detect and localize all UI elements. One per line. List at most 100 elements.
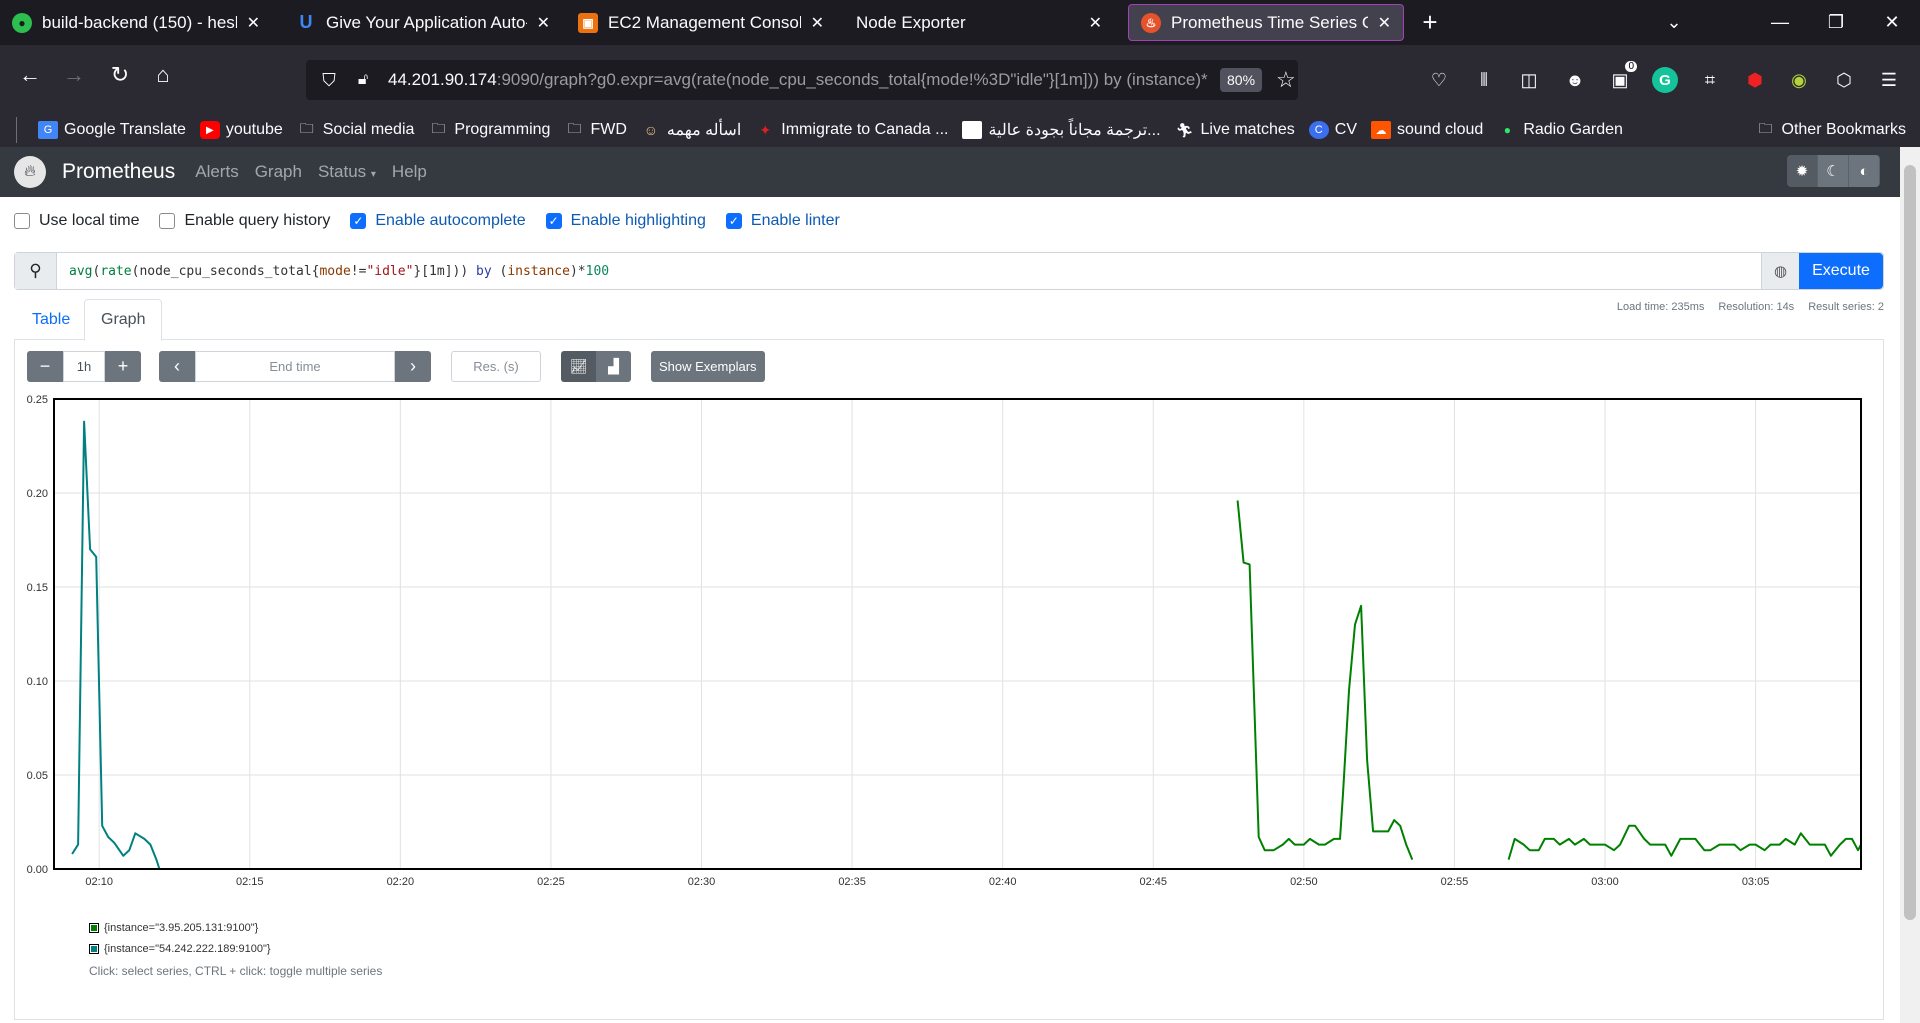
x-tick-label: 02:50	[1290, 876, 1318, 888]
extension-badge-icon[interactable]: ▣ 0	[1607, 61, 1637, 93]
tab-ec2-console[interactable]: ▣ EC2 Management Console ✕	[566, 0, 836, 45]
range-input[interactable]: 1h	[63, 351, 105, 382]
legend-swatch	[89, 922, 99, 933]
badge-count: 0	[1625, 61, 1637, 72]
tab-build-backend[interactable]: ● build-backend (150) - hesham9 ✕	[0, 0, 272, 45]
bookmarks-bar: G Google Translate ▶ youtube 🗀︎ Social medi…	[0, 113, 1920, 147]
close-icon[interactable]: ✕	[1089, 13, 1102, 33]
bookmark-youtube[interactable]: ▶ youtube	[199, 121, 283, 139]
bookmark-immigrate-canada[interactable]: ✦ Immigrate to Canada ...	[755, 121, 948, 139]
reload-button[interactable]: ↻	[102, 57, 138, 93]
vpn-icon[interactable]: ◉	[1786, 67, 1812, 93]
pocket-icon[interactable]: ♡	[1426, 67, 1452, 93]
page-scrollbar[interactable]	[1900, 147, 1920, 1023]
end-time-input[interactable]: End time	[195, 351, 395, 382]
bookmark-radio-garden[interactable]: ● Radio Garden	[1497, 121, 1623, 139]
metrics-explorer-icon[interactable]: ◍	[1761, 253, 1799, 289]
panel-tabs: Table Graph	[14, 299, 1884, 341]
option-enable-linter[interactable]: ✓ Enable linter	[725, 212, 840, 230]
url-text[interactable]: 44.201.90.174:9090/graph?g0.expr=avg(rat…	[388, 70, 1214, 90]
tab-prometheus[interactable]: ♨ Prometheus Time Series Collect ✕	[1128, 4, 1404, 41]
nav-help[interactable]: Help	[392, 162, 427, 182]
insecure-lock-icon[interactable]: 🔓︎	[350, 71, 376, 89]
extension-avatar-icon[interactable]: ☻	[1562, 67, 1588, 93]
list-tabs-button[interactable]: ⌄	[1646, 0, 1702, 45]
minimize-button[interactable]: —	[1752, 0, 1808, 45]
bookmark-fwd[interactable]: 🗀︎ FWD	[564, 120, 626, 139]
bookmark-star-icon[interactable]: ☆	[1276, 67, 1296, 93]
nav-graph[interactable]: Graph	[255, 162, 302, 182]
plot-background	[54, 399, 1861, 869]
bookmark-label: Google Translate	[64, 121, 186, 138]
bookmark-label: ترجمة مجاناً بجودة عالية...	[988, 122, 1161, 139]
scrollbar-thumb[interactable]	[1904, 165, 1916, 920]
option-enable-query-history[interactable]: Enable query history	[159, 212, 330, 230]
address-bar[interactable]: ⛉ 🔓︎ 44.201.90.174:9090/graph?g0.expr=av…	[306, 60, 1298, 100]
zoom-level[interactable]: 80%	[1220, 68, 1263, 92]
option-enable-highlighting[interactable]: ✓ Enable highlighting	[545, 212, 706, 230]
close-icon[interactable]: ✕	[1378, 13, 1391, 33]
checkbox-autocomplete[interactable]: ✓	[350, 213, 367, 229]
bookmark-programming[interactable]: 🗀︎ Programming	[428, 120, 551, 139]
bookmark-social-media[interactable]: 🗀︎ Social media	[297, 120, 415, 139]
legend-series-2[interactable]: {instance="54.242.222.189:9100"}	[89, 938, 382, 959]
back-button[interactable]: ←	[12, 57, 48, 93]
bookmark-translation[interactable]: ترجمة مجاناً بجودة عالية...	[962, 120, 1161, 140]
bookmark-label: Programming	[454, 121, 551, 138]
bookmark-label: CV	[1334, 121, 1358, 138]
tab-table[interactable]: Table	[16, 299, 86, 340]
execute-button[interactable]: Execute	[1799, 253, 1883, 289]
increase-range-button[interactable]: +	[105, 351, 141, 382]
bookmark-label: Immigrate to Canada ...	[781, 121, 949, 138]
dark-theme-icon[interactable]: ☾	[1818, 155, 1849, 187]
close-icon[interactable]: ✕	[537, 13, 550, 33]
close-icon[interactable]: ✕	[247, 13, 260, 33]
shield-icon[interactable]: ⛉	[316, 70, 342, 91]
tab-node-exporter[interactable]: Node Exporter ✕	[844, 0, 1114, 45]
option-enable-autocomplete[interactable]: ✓ Enable autocomplete	[350, 212, 526, 230]
checkbox-query-history[interactable]	[159, 213, 176, 229]
other-bookmarks[interactable]: 🗀︎ Other Bookmarks	[1756, 120, 1906, 139]
forward-button[interactable]: →	[56, 57, 92, 93]
tab-give-your-application[interactable]: U Give Your Application Auto-Dep ✕	[284, 0, 562, 45]
home-button[interactable]: ⌂	[145, 57, 181, 93]
line-chart-icon[interactable]: 📈︎	[561, 351, 596, 382]
adblock-icon[interactable]: ⬢	[1742, 67, 1768, 93]
earlier-button[interactable]: ‹	[159, 351, 195, 382]
bookmark-cv[interactable]: C CV	[1308, 121, 1358, 139]
screenshot-icon[interactable]: ⌗	[1697, 67, 1723, 93]
library-icon[interactable]: ⫴	[1471, 67, 1497, 93]
bookmark-arabic-questions[interactable]: ☺ اسأله مهمه	[641, 120, 742, 140]
bookmark-label: Other Bookmarks	[1781, 121, 1906, 138]
brand-title[interactable]: Prometheus	[62, 160, 175, 184]
tab-graph[interactable]: Graph	[84, 299, 163, 341]
nav-alerts[interactable]: Alerts	[195, 162, 238, 182]
later-button[interactable]: ›	[395, 351, 431, 382]
tab-title: build-backend (150) - hesham9	[42, 12, 237, 32]
prometheus-logo-icon[interactable]: 🔥︎	[14, 156, 46, 188]
extensions-icon[interactable]: ⬡	[1831, 67, 1857, 93]
menu-icon[interactable]: ☰	[1876, 67, 1902, 93]
sidebar-icon[interactable]: ◫	[1516, 67, 1542, 93]
restore-button[interactable]: ❐	[1808, 0, 1864, 45]
bookmark-live-matches[interactable]: 🏃︎ Live matches	[1175, 121, 1295, 139]
stacked-chart-icon[interactable]: ▟	[596, 351, 631, 382]
option-use-local-time[interactable]: Use local time	[14, 212, 139, 230]
bookmark-sound-cloud[interactable]: ☁ sound cloud	[1371, 121, 1483, 139]
decrease-range-button[interactable]: −	[27, 351, 63, 382]
light-theme-icon[interactable]: ✹	[1787, 155, 1818, 187]
expression-input[interactable]: avg(rate(node_cpu_seconds_total{mode! = "i…	[57, 253, 1761, 289]
checkbox-use-local-time[interactable]	[14, 213, 30, 229]
browser-theme-icon[interactable]: ◐	[1849, 155, 1880, 187]
bookmark-google-translate[interactable]: G Google Translate	[38, 121, 186, 139]
resolution-input[interactable]: Res. (s)	[451, 351, 541, 382]
legend-series-1[interactable]: {instance="3.95.205.131:9100"}	[89, 917, 382, 938]
show-exemplars-button[interactable]: Show Exemplars	[651, 351, 765, 382]
new-tab-button[interactable]: +	[1402, 0, 1458, 45]
checkbox-linter[interactable]: ✓	[725, 213, 742, 229]
close-icon[interactable]: ✕	[811, 13, 824, 33]
close-window-button[interactable]: ✕	[1864, 0, 1920, 45]
nav-status[interactable]: Status ▾	[318, 162, 376, 182]
checkbox-highlighting[interactable]: ✓	[545, 213, 562, 229]
grammarly-icon[interactable]: G	[1652, 67, 1678, 93]
